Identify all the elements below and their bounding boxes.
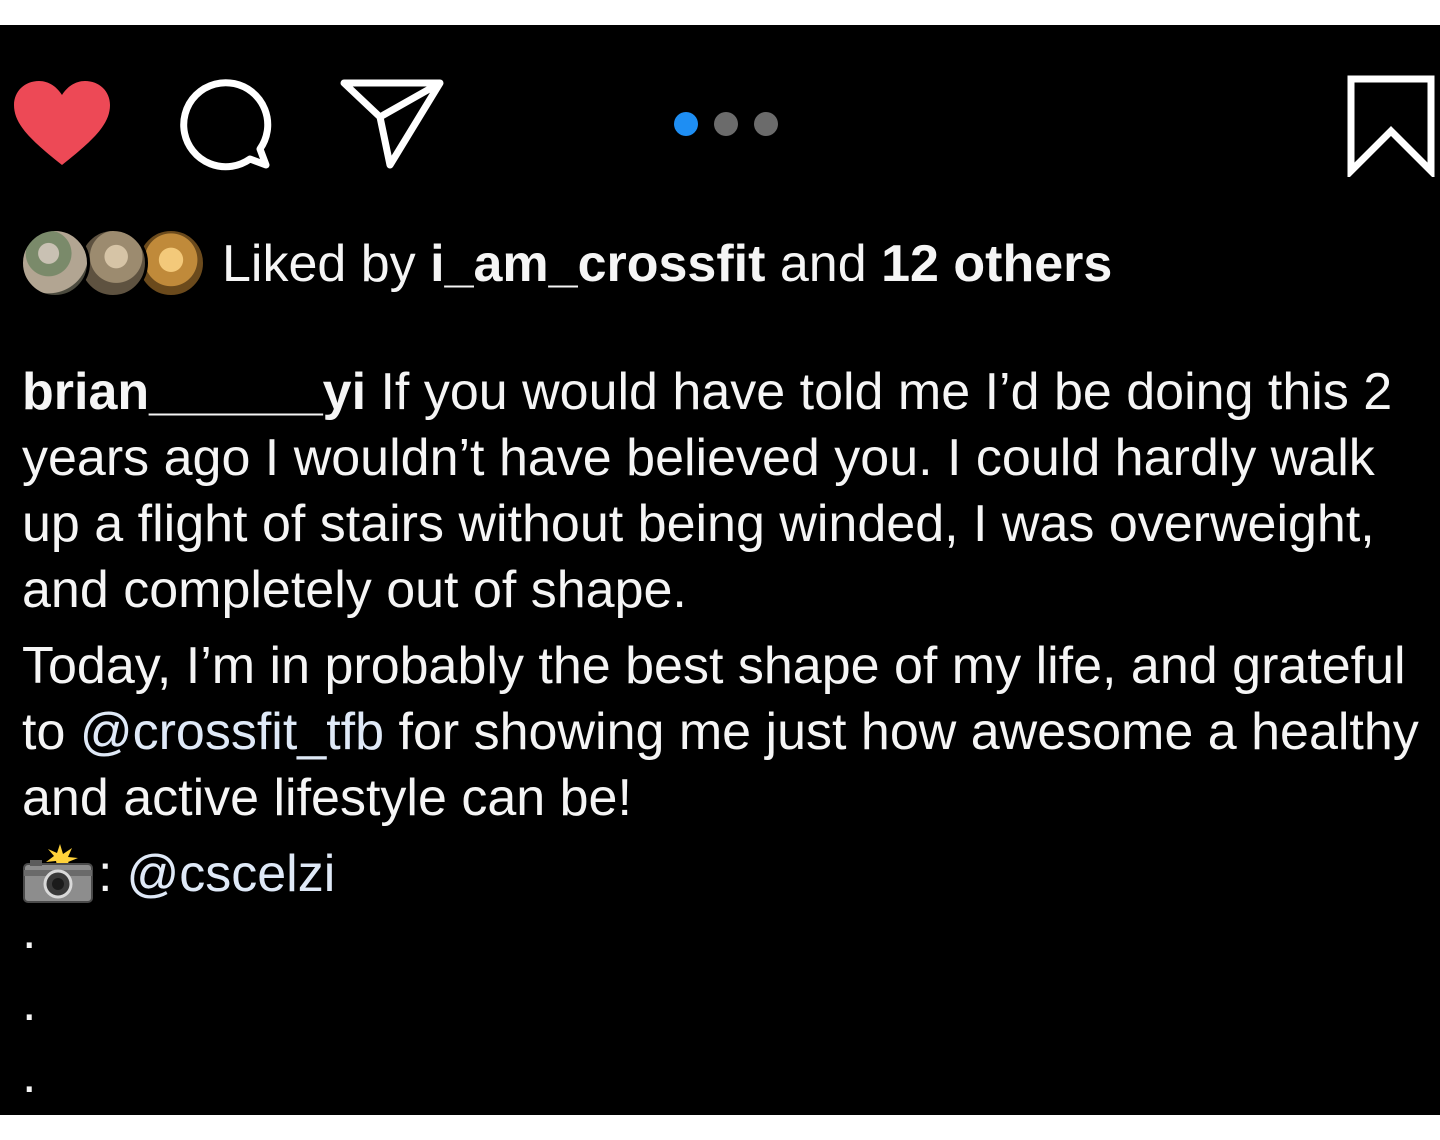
avatar [20,228,90,298]
mention-link[interactable]: @crossfit_tfb [80,703,384,761]
carousel-dot-active [674,112,698,136]
action-bar [0,25,1440,195]
send-icon[interactable] [340,77,444,169]
caption-dot: . [22,1046,37,1104]
caption-username-link[interactable]: brian______yi [22,363,366,421]
liker-username-link[interactable]: i_am_crossfit [430,235,765,293]
liker-avatars [20,228,206,300]
carousel-dot [754,112,778,136]
caption-paragraph: Today, I’m in probably the best shape of… [22,633,1432,831]
heart-icon[interactable] [12,79,112,169]
likes-middle: and [765,235,882,293]
photo-credit: : @cscelzi [22,841,1432,907]
caption: brian______yi If you would have told me … [22,359,1432,907]
mention-link[interactable]: @cscelzi [126,841,335,907]
carousel-indicator [674,112,778,136]
caption-dot: . [22,902,37,960]
caption-dot: . [22,974,37,1032]
bookmark-icon[interactable] [1345,73,1437,177]
camera-flash-icon [23,844,93,903]
post-footer: Liked by i_am_crossfit and 12 others bri… [0,25,1440,1115]
caption-paragraph: brian______yi If you would have told me … [22,359,1432,623]
likes-summary[interactable]: Liked by i_am_crossfit and 12 others [222,228,1112,300]
credit-colon: : [98,845,113,903]
comment-icon[interactable] [180,77,276,173]
carousel-dot [714,112,738,136]
likes-others-link[interactable]: 12 others [881,235,1112,293]
likes-row[interactable]: Liked by i_am_crossfit and 12 others [20,228,1112,300]
likes-prefix: Liked by [222,235,431,293]
